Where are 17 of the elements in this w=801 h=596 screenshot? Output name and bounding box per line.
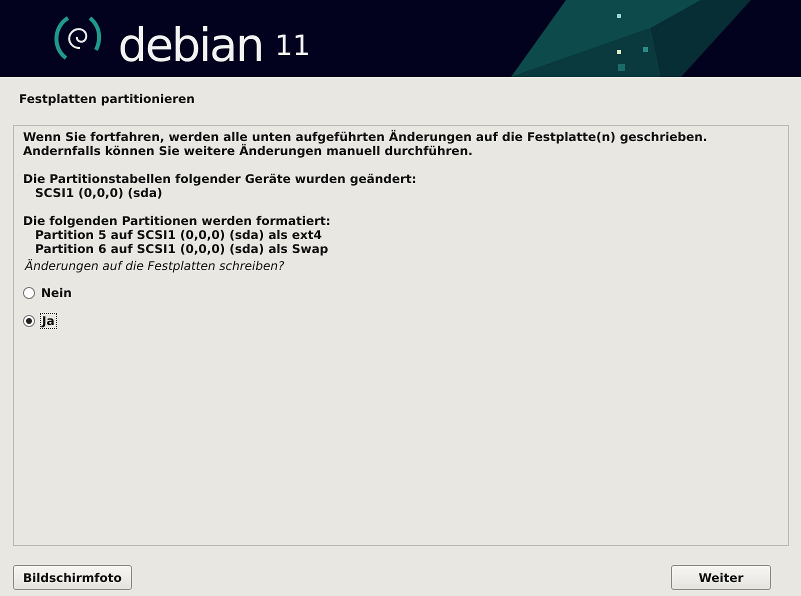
list-item-text: Partition 6 auf SCSI1 (0,0,0) (sda) als Swap — [35, 242, 328, 256]
screenshot-button[interactable]: Bildschirmfoto — [13, 565, 132, 590]
message-text: Die Partitionstabellen folgender Geräte wurden geändert: — [23, 172, 416, 186]
list-item-text: SCSI1 (0,0,0) (sda) — [35, 186, 162, 200]
logo-text: debian — [118, 22, 263, 68]
step-title: Festplatten partitionieren — [19, 92, 195, 106]
radio-button[interactable] — [23, 287, 35, 299]
question-text: Änderungen auf die Festplatten schreiben? — [25, 259, 284, 273]
radio-label[interactable]: Ja — [41, 314, 56, 328]
message-text: Andernfalls können Sie weitere Änderungen manuell durchführen. — [23, 144, 473, 158]
radio-button[interactable] — [23, 315, 35, 327]
radio-label[interactable]: Nein — [41, 286, 72, 300]
continue-button[interactable]: Weiter — [671, 565, 771, 590]
list-item-text: Partition 5 auf SCSI1 (0,0,0) (sda) als ext4 — [35, 228, 322, 242]
message-text: Wenn Sie fortfahren, werden alle unten aufgeführten Änderungen auf die Festplatte(n) geschrieben. — [23, 130, 708, 144]
version-text: 11 — [274, 32, 310, 60]
message-text: Die folgenden Partitionen werden formatiert: — [23, 214, 331, 228]
